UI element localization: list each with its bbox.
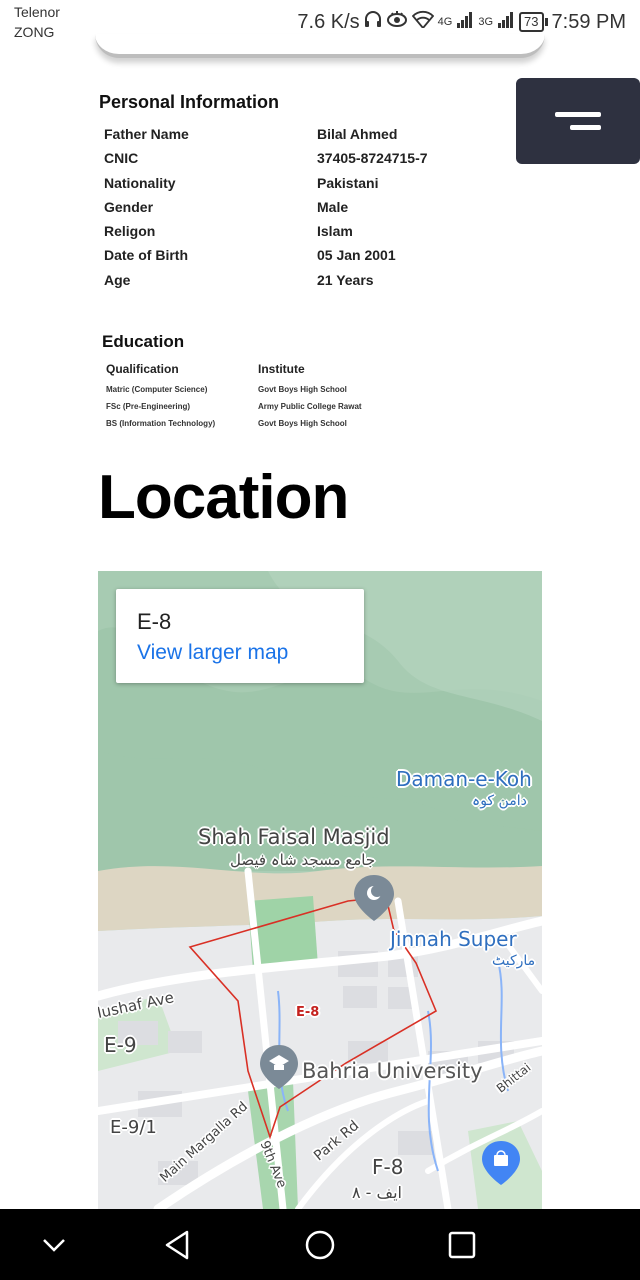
personal-info-table: Father Name Bilal Ahmed CNIC 37405-8724715… [104, 122, 564, 292]
map-label-shah-faisal-urdu: جامع مسجد شاہ فیصل [230, 851, 376, 869]
info-key: Father Name [104, 126, 189, 142]
info-value: 37405-8724715-7 [317, 150, 428, 167]
network-3g: 3G [478, 16, 494, 28]
carrier-primary: Telenor [14, 4, 60, 20]
qualification-cell: BS (Information Technology) [106, 419, 216, 428]
eye-icon [386, 10, 408, 34]
map-label-jinnah-super-urdu: مارکیٹ [492, 953, 536, 969]
back-icon[interactable] [159, 1227, 195, 1263]
info-value: Islam [317, 223, 353, 240]
education-title: Education [102, 332, 185, 351]
info-value: Pakistani [317, 174, 379, 191]
map-label-e9-1: E-9/1 [110, 1117, 157, 1138]
map-place-name: E-8 [137, 609, 172, 634]
map-label-jinnah-super[interactable]: Jinnah Super [390, 927, 517, 951]
info-key: Religon [104, 223, 156, 240]
map-label-shah-faisal[interactable]: Shah Faisal Masjid [198, 825, 390, 849]
info-value: Bilal Ahmed [317, 126, 398, 142]
info-key: Date of Birth [104, 247, 188, 264]
info-row: CNIC 37405-8724715-7 [104, 146, 564, 170]
info-value: Male [317, 198, 349, 215]
carrier-secondary: ZONG [14, 24, 55, 40]
map-info-card: E-8 View larger map [116, 589, 364, 683]
recents-icon[interactable] [444, 1227, 480, 1263]
navigation-bar [0, 1209, 640, 1280]
institute-cell: Govt Boys High School [258, 385, 347, 394]
info-row: Age 21 Years [104, 268, 564, 292]
embedded-map[interactable]: E-8 View larger map Daman-e-Koh دامن کوہ… [98, 571, 542, 1209]
headphones-icon [364, 10, 382, 34]
signal-icon [456, 10, 474, 34]
network-speed: 7.6 K/s [297, 10, 360, 33]
map-label-f8-urdu: ایف - ۸ [352, 1183, 402, 1202]
info-row: Date of Birth 05 Jan 2001 [104, 243, 564, 267]
view-larger-map-link[interactable]: View larger map [137, 641, 288, 665]
home-icon[interactable] [302, 1227, 338, 1263]
map-label-daman-e-koh-urdu: دامن کوہ [472, 793, 527, 809]
institute-cell: Army Public College Rawat [258, 402, 362, 411]
chevron-down-icon[interactable] [36, 1227, 72, 1263]
qualification-cell: Matric (Computer Science) [106, 385, 208, 394]
hamburger-icon [555, 112, 601, 117]
personal-info-title: Personal Information [99, 92, 280, 112]
info-row: Gender Male [104, 195, 564, 219]
qualification-header: Qualification [106, 362, 179, 376]
info-row: Father Name Bilal Ahmed [104, 122, 564, 146]
info-row: Religon Islam [104, 219, 564, 243]
battery-level: 73 [519, 12, 544, 32]
battery-icon: 73 [519, 12, 548, 32]
institute-header: Institute [258, 362, 305, 376]
map-label-bahria-university[interactable]: Bahria University [302, 1059, 483, 1083]
top-card-edge [95, 34, 545, 58]
map-label-f8: F-8 [372, 1155, 404, 1179]
wifi-icon [411, 10, 434, 34]
info-value: 05 Jan 2001 [317, 247, 396, 264]
location-heading: Location [98, 463, 349, 532]
clock: 7:59 PM [551, 10, 626, 33]
network-4g: 4G [437, 16, 453, 28]
institute-cell: Govt Boys High School [258, 419, 347, 428]
info-key: CNIC [104, 150, 139, 167]
map-label-e8: E-8 [296, 1005, 320, 1020]
info-key: Age [104, 271, 131, 288]
info-key: Gender [104, 198, 154, 215]
qualification-cell: FSc (Pre-Engineering) [106, 402, 191, 411]
info-key: Nationality [104, 174, 176, 191]
status-icons: 7.6 K/s 4G 3G 73 7:59 PM [297, 8, 626, 36]
map-label-e9: E-9 [104, 1033, 137, 1057]
info-value: 21 Years [317, 271, 374, 288]
info-row: Nationality Pakistani [104, 171, 564, 195]
signal-icon [497, 10, 515, 34]
map-label-daman-e-koh[interactable]: Daman-e-Koh [396, 767, 532, 791]
